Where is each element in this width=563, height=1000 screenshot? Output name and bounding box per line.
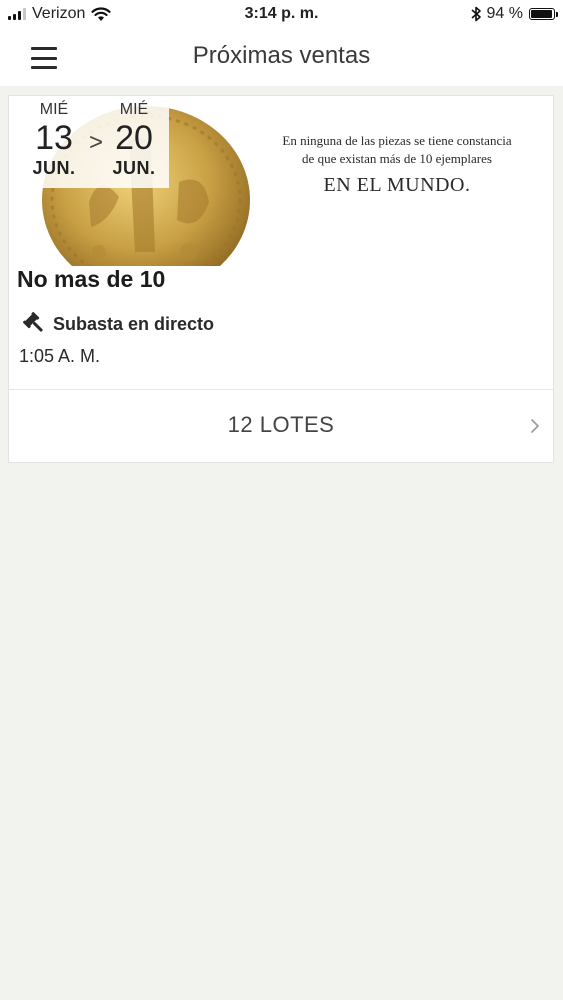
- start-month: JUN.: [32, 158, 76, 178]
- banner-text: En ninguna de las piezas se tiene consta…: [257, 132, 537, 197]
- start-day: 13: [35, 119, 73, 157]
- bluetooth-icon: [471, 6, 481, 22]
- date-range: MIÉ 13 JUN. > MIÉ 20 JUN.: [19, 96, 169, 188]
- status-bar: Verizon 3:14 p. m. 94 %: [0, 0, 563, 30]
- status-right: 94 %: [471, 5, 558, 23]
- start-date: MIÉ 13 JUN.: [19, 100, 89, 180]
- start-weekday: MIÉ: [39, 101, 69, 118]
- end-weekday: MIÉ: [119, 101, 149, 118]
- lots-label: 12 LOTES: [227, 412, 335, 437]
- banner-line-1: En ninguna de las piezas se tiene consta…: [282, 133, 512, 148]
- page-title: Próximas ventas: [192, 42, 371, 69]
- end-day: 20: [115, 119, 153, 157]
- nav-bar: Próximas ventas: [0, 30, 563, 86]
- lots-button[interactable]: 12 LOTES: [9, 390, 553, 462]
- end-month: JUN.: [112, 158, 156, 178]
- battery-level: [531, 10, 552, 18]
- gavel-icon: [23, 312, 43, 332]
- sale-type-label: Subasta en directo: [53, 313, 215, 334]
- banner-line-2: de que existan más de 10 ejemplares: [302, 151, 492, 166]
- battery-percent: 94 %: [486, 5, 523, 22]
- chevron-right-icon: [531, 419, 539, 433]
- sale-title[interactable]: No mas de 10: [17, 266, 165, 293]
- banner-headline: EN EL MUNDO.: [323, 174, 471, 196]
- battery-icon: [529, 8, 558, 20]
- end-date: MIÉ 20 JUN.: [99, 100, 169, 180]
- sale-type: Subasta en directo: [23, 312, 214, 336]
- auction-banner: En ninguna de las piezas se tiene consta…: [9, 96, 555, 266]
- auction-card[interactable]: En ninguna de las piezas se tiene consta…: [8, 95, 554, 463]
- sale-time: 1:05 A. M.: [19, 346, 101, 366]
